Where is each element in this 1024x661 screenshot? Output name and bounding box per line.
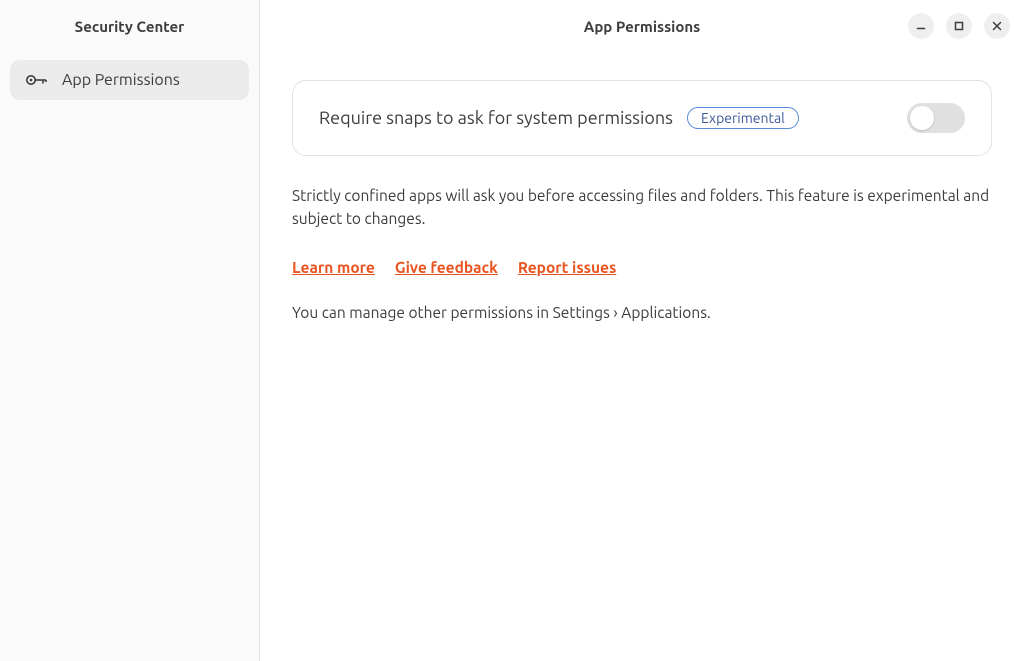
setting-require-snaps-permissions: Require snaps to ask for system permissi… xyxy=(292,80,992,156)
content: Require snaps to ask for system permissi… xyxy=(260,52,1024,349)
give-feedback-link[interactable]: Give feedback xyxy=(395,259,498,276)
sidebar: Security Center App Permissions xyxy=(0,0,260,661)
minimize-icon xyxy=(916,21,926,31)
sidebar-item-app-permissions[interactable]: App Permissions xyxy=(10,60,249,100)
setting-description: Strictly confined apps will ask you befo… xyxy=(292,184,992,231)
permissions-toggle[interactable] xyxy=(907,103,965,133)
maximize-icon xyxy=(954,21,964,31)
close-icon xyxy=(992,21,1002,31)
sidebar-item-label: App Permissions xyxy=(62,71,180,89)
main: App Permissions Require snaps xyxy=(260,0,1024,661)
settings-hint: You can manage other permissions in Sett… xyxy=(292,304,992,321)
experimental-badge: Experimental xyxy=(687,107,799,129)
minimize-button[interactable] xyxy=(908,13,934,39)
window-controls xyxy=(908,13,1010,39)
key-icon xyxy=(26,71,48,89)
report-issues-link[interactable]: Report issues xyxy=(518,259,616,276)
setting-label: Require snaps to ask for system permissi… xyxy=(319,108,673,128)
learn-more-link[interactable]: Learn more xyxy=(292,259,375,276)
sidebar-title: Security Center xyxy=(0,0,259,52)
toggle-knob xyxy=(910,106,934,130)
page-title: App Permissions xyxy=(584,18,700,35)
close-button[interactable] xyxy=(984,13,1010,39)
maximize-button[interactable] xyxy=(946,13,972,39)
titlebar: App Permissions xyxy=(260,0,1024,52)
links-row: Learn more Give feedback Report issues xyxy=(292,259,992,276)
sidebar-items: App Permissions xyxy=(0,52,259,108)
